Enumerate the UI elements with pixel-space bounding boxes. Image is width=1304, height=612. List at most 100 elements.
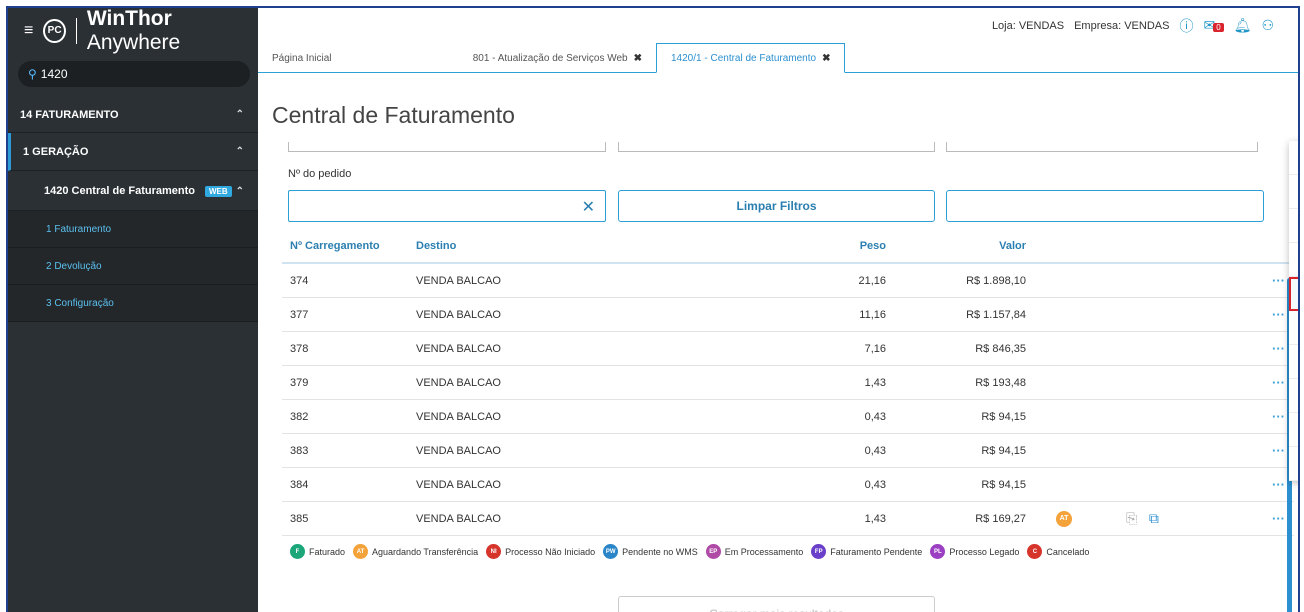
sidebar-header: ≡ PC WinThor Anywhere [8,6,258,54]
sidebar-item-faturamento[interactable]: 14 FATURAMENTO ⌃ [8,97,258,133]
more-actions-button[interactable]: ··· [1272,511,1285,526]
col-header-peso[interactable]: Peso [736,240,886,252]
cell-carregamento: 383 [290,444,309,457]
sidebar-item-geracao[interactable]: 1 GERAÇÃO ⌃ [8,133,258,171]
col-header-carregamento[interactable]: Nº Carregamento [282,240,416,252]
filter-field[interactable] [618,142,935,152]
mail-count-badge: 0 [1213,23,1224,32]
cell-valor: R$ 169,27 [975,512,1026,525]
table-row[interactable]: 383 VENDA BALCAO 0,43 R$ 94,15 ··· [282,434,1294,468]
tab-central-faturamento[interactable]: 1420/1 - Central de Faturamento ✖ [656,43,846,73]
cell-peso: 0,43 [864,444,886,457]
menu-item[interactable]: Devolver transferência [1289,277,1298,311]
mail-icon[interactable]: ✉0 [1203,17,1224,34]
table-row[interactable]: 377 VENDA BALCAO 11,16 R$ 1.157,84 ··· [282,298,1294,332]
menu-item[interactable]: ≡ Detalhes [1289,141,1298,175]
cell-carregamento: 377 [290,308,309,321]
cell-carregamento: 379 [290,376,309,389]
cell-valor: R$ 94,15 [981,478,1026,491]
legend-item: PL Processo Legado [930,544,1019,559]
status-dot-icon: PW [603,544,619,559]
legend-item: AT Aguardando Transferência [353,544,478,559]
status-dot-icon: FP [811,544,827,559]
legend-item: EP Em Processamento [705,544,803,559]
cell-valor: R$ 1.157,84 [966,308,1026,321]
top-bar: Loja: VENDAS Empresa: VENDAS ⓘ ✉0 🔔︎ ⚇ [258,8,1298,43]
clear-icon[interactable]: ✕ [582,197,595,217]
grid-header: Nº Carregamento Destino Peso Valor [282,230,1294,264]
close-icon[interactable]: ✖ [634,53,642,64]
close-icon[interactable]: ✖ [822,53,830,64]
document-icon[interactable]: ⎘ [1126,510,1137,526]
status-cell: AT [1026,510,1090,527]
tab-label: 1420/1 - Central de Faturamento [671,52,817,64]
tab-label: Página Inicial [272,52,332,64]
filter-fields-top [288,142,1258,154]
status-badge: AT [1056,510,1072,527]
user-icon[interactable]: ⚇ [1261,17,1274,34]
menu-item: Finalizar Faturamento [1289,345,1298,379]
more-actions-button[interactable]: ··· [1272,477,1285,492]
cell-peso: 1,43 [864,512,886,525]
tab-pagina-inicial[interactable]: Página Inicial [262,44,452,72]
col-header-label: Nº Carregamento [290,240,380,252]
cell-peso: 7,16 [864,342,886,355]
menu-item[interactable]: Cancelar transferência de saída [1289,243,1298,277]
table-row[interactable]: 374 VENDA BALCAO 21,16 R$ 1.898,10 ··· [282,264,1294,298]
cell-carregamento: 382 [290,410,309,423]
filter-field[interactable] [288,142,606,152]
cell-destino: VENDA BALCAO [416,376,501,389]
pc-logo: PC [43,18,66,43]
table-row[interactable]: 382 VENDA BALCAO 0,43 R$ 94,15 ··· [282,400,1294,434]
help-icon[interactable]: ⓘ [1179,16,1193,36]
brand-name: WinThor [86,6,172,30]
menu-item[interactable]: Reprocessar Nota de transferência [1289,413,1298,447]
legend-item: FP Faturamento Pendente [811,544,922,559]
col-header-destino[interactable]: Destino [416,240,736,252]
status-legend: F Faturado AT Aguardando Transferência NI Pro… [290,544,1089,559]
menu-item[interactable]: Realizar entrada na transferência [1289,209,1298,243]
legend-item: F Faturado [290,544,345,559]
divider [75,17,77,44]
chevron-up-icon: ⌃ [235,185,244,197]
col-header-valor[interactable]: Valor [886,240,1026,252]
page-title: Central de Faturamento [272,102,515,128]
legend-label: Faturamento Pendente [830,546,923,557]
status-dot-icon: EP [705,544,721,559]
sidebar-subitem-faturamento[interactable]: 1 Faturamento [8,211,258,248]
bell-icon[interactable]: 🔔︎ [1234,17,1252,34]
cell-peso: 0,43 [864,478,886,491]
legend-label: Processo Legado [949,546,1020,557]
sidebar-item-central[interactable]: 1420 Central de Faturamento WEB ⌃ [8,171,258,211]
table-row[interactable]: 379 VENDA BALCAO 1,43 R$ 193,48 ··· [282,366,1294,400]
more-actions-button[interactable]: ··· [1272,341,1285,356]
col-header-label: Valor [999,240,1026,252]
chevron-up-icon: ⌃ [235,146,244,157]
clear-filters-button[interactable]: Limpar Filtros [618,190,935,222]
load-more-button[interactable]: Carregar mais resultados [618,596,935,612]
more-actions-button[interactable]: ··· [1272,375,1285,390]
search-button[interactable] [946,190,1264,222]
more-actions-button[interactable]: ··· [1272,307,1285,322]
tab-atualizacao-servicos[interactable]: 801 - Atualização de Serviços Web ✖ [452,44,652,72]
table-row[interactable]: 378 VENDA BALCAO 7,16 R$ 846,35 ··· [282,332,1294,366]
sidebar-subitem-devolucao[interactable]: 2 Devolução [8,248,258,285]
search-value: 1420 [40,67,68,81]
cell-destino: VENDA BALCAO [416,478,501,491]
search-input[interactable]: ⚲ 1420 [18,61,250,87]
more-actions-button[interactable]: ··· [1272,443,1285,458]
table-row[interactable]: 385 VENDA BALCAO 1,43 R$ 169,27 AT ⎘ ⧉ ··· [282,502,1294,536]
filter-field[interactable] [946,142,1258,152]
pedido-input[interactable]: ✕ [288,190,606,222]
tab-bar: Página Inicial 801 - Atualização de Serv… [258,43,1298,73]
pedido-label: Nº do pedido [288,168,352,180]
more-actions-button[interactable]: ··· [1272,409,1285,424]
open-external-icon[interactable]: ⧉ [1149,510,1159,526]
hamburger-menu-icon[interactable]: ≡ [24,22,33,40]
cell-carregamento: 374 [290,274,309,287]
cell-carregamento: 384 [290,478,309,491]
table-row[interactable]: 384 VENDA BALCAO 0,43 R$ 94,15 ··· [282,468,1294,502]
cell-peso: 1,43 [864,376,886,389]
more-actions-button[interactable]: ··· [1272,273,1285,288]
sidebar-subitem-configuracao[interactable]: 3 Configuração [8,285,258,322]
